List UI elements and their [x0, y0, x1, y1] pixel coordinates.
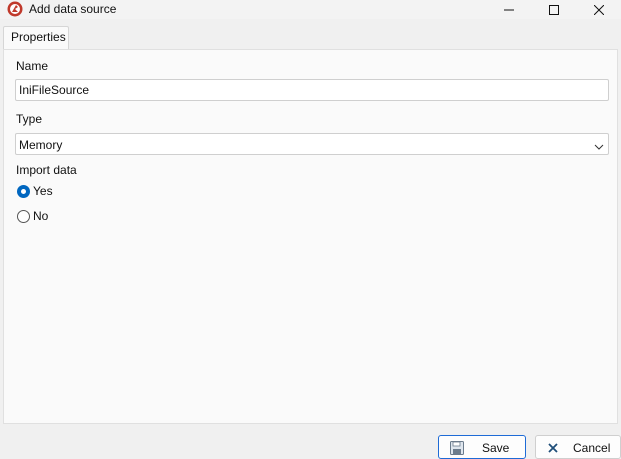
- import-no-label: No: [33, 209, 49, 223]
- app-logo-icon: [7, 1, 23, 17]
- close-button[interactable]: [576, 0, 621, 19]
- radio-unchecked-icon: [17, 209, 30, 223]
- name-input[interactable]: IniFileSource: [15, 79, 609, 101]
- chevron-down-icon: [594, 140, 604, 150]
- radio-checked-icon: [17, 184, 30, 198]
- close-icon: [594, 4, 604, 15]
- import-yes-label: Yes: [33, 184, 53, 198]
- type-select[interactable]: Memory: [15, 133, 609, 155]
- floppy-disk-icon: [449, 440, 465, 456]
- save-button[interactable]: Save: [438, 435, 526, 459]
- properties-panel: [3, 49, 618, 424]
- maximize-icon: [549, 4, 559, 15]
- import-yes-radio[interactable]: Yes: [17, 183, 53, 199]
- title-bar: Add data source: [0, 0, 621, 19]
- window-title: Add data source: [29, 2, 117, 16]
- tab-properties[interactable]: Properties: [3, 26, 69, 50]
- type-select-value: Memory: [19, 138, 63, 152]
- save-label: Save: [482, 441, 510, 455]
- import-no-radio[interactable]: No: [17, 208, 48, 224]
- import-data-label: Import data: [16, 163, 77, 177]
- x-icon: [545, 440, 561, 456]
- type-label: Type: [16, 112, 43, 126]
- cancel-button[interactable]: Cancel: [535, 435, 621, 459]
- minimize-button[interactable]: [486, 0, 532, 19]
- name-label: Name: [16, 59, 49, 73]
- maximize-button[interactable]: [531, 0, 577, 19]
- minimize-icon: [504, 5, 514, 15]
- cancel-label: Cancel: [573, 441, 611, 455]
